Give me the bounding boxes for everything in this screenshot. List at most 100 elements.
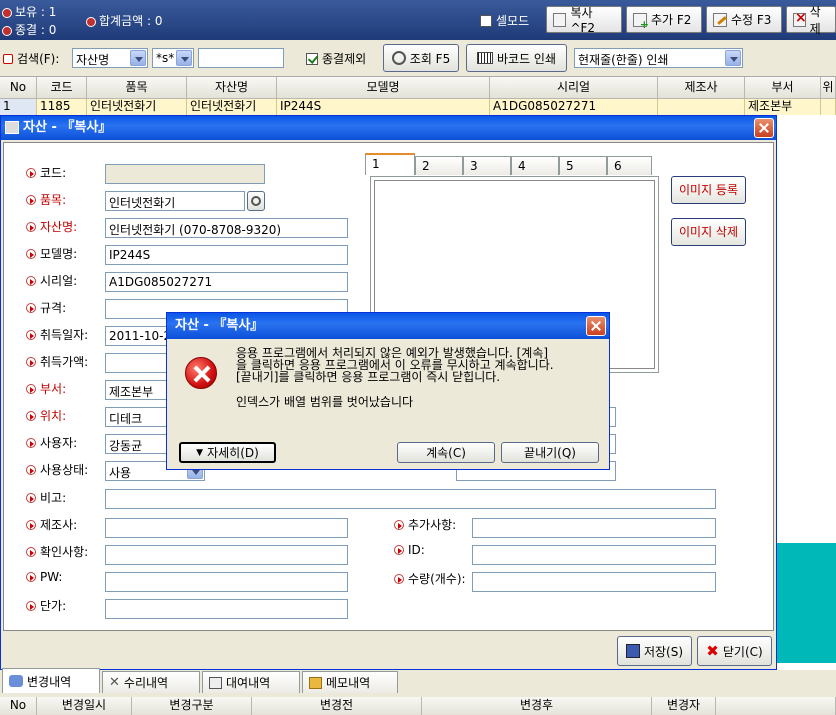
tab-rental-history[interactable]: 대여내역 [202, 671, 300, 693]
image-register-button[interactable]: 이미지 등록 [671, 176, 746, 204]
magnifier-icon [251, 196, 261, 206]
grid-header-serial[interactable]: 시리얼 [490, 77, 658, 99]
search-input[interactable] [198, 48, 284, 68]
dialog-close-button[interactable] [754, 118, 774, 138]
extra-label: 추가사항: [394, 516, 456, 533]
table-cell[interactable]: A1DG085027271 [490, 99, 658, 115]
cellmode-toggle[interactable]: 셀모드 [480, 12, 529, 29]
chevron-down-icon: ▼ [196, 447, 204, 458]
table-cell[interactable]: 인터넷전화기 [187, 99, 277, 115]
history-header-no[interactable]: No [0, 697, 37, 715]
dialog-titlebar[interactable]: 자산 - 『복사』 [1, 116, 776, 140]
spec-label: 규격: [26, 299, 66, 316]
history-header-type[interactable]: 변경구분 [132, 697, 252, 715]
id-field[interactable] [472, 545, 716, 565]
save-button[interactable]: 저장(S) [617, 636, 692, 666]
user-label: 사용자: [26, 434, 77, 451]
image-tab-5[interactable]: 5 [559, 156, 607, 175]
continue-button[interactable]: 계속(C) [397, 442, 495, 463]
pw-field[interactable] [105, 572, 348, 592]
table-cell[interactable]: IP244S [277, 99, 490, 115]
grid-header-code[interactable]: 코드 [37, 77, 87, 99]
table-cell[interactable]: 제조본부 [745, 99, 821, 115]
history-header-before[interactable]: 변경전 [252, 697, 422, 715]
acq-price-label: 취득가액: [26, 353, 88, 370]
table-row[interactable]: 1 [0, 99, 37, 115]
bullet-icon [26, 437, 36, 448]
history-header-date[interactable]: 변경일시 [37, 697, 132, 715]
close-icon: ✖ [706, 642, 719, 660]
lookup-button[interactable]: 조회 F5 [383, 44, 459, 72]
item-field[interactable]: 인터넷전화기 [105, 191, 245, 211]
chevron-down-icon[interactable] [130, 50, 146, 66]
copy-icon [553, 12, 567, 27]
delete-button[interactable]: 삭제 [786, 5, 836, 36]
unit-price-field[interactable] [105, 599, 348, 619]
barcode-print-button[interactable]: 바코드 인쇄 [466, 44, 567, 72]
model-label: 모델명: [26, 245, 77, 262]
exclude-closed-toggle[interactable]: 종결제외 [306, 50, 366, 67]
image-tab-1[interactable]: 1 [365, 153, 415, 175]
search-field-select[interactable]: 자산명 [72, 48, 148, 68]
edit-button[interactable]: 수정 F3 [706, 6, 782, 33]
delete-icon [793, 10, 806, 27]
image-delete-button[interactable]: 이미지 삭제 [671, 218, 746, 246]
grid-header-no[interactable]: No [0, 77, 37, 99]
close-button[interactable]: ✖ 닫기(C) [697, 636, 772, 666]
maker-label: 제조사: [26, 516, 77, 533]
note-field[interactable] [105, 489, 716, 509]
grid-header-dept[interactable]: 부서 [745, 77, 821, 99]
image-tab-6[interactable]: 6 [607, 156, 652, 175]
bullet-icon [26, 221, 36, 232]
bullet-icon [26, 492, 36, 503]
copy-button[interactable]: 복사^F2 [546, 6, 622, 35]
status-label: 사용상태: [26, 461, 88, 478]
error-titlebar[interactable]: 자산 - 『복사』 [167, 313, 609, 339]
search-match-select[interactable]: *s* [152, 48, 194, 68]
image-tab-3[interactable]: 3 [463, 156, 511, 175]
bullet-icon [394, 573, 404, 584]
qty-field[interactable] [472, 572, 716, 592]
table-cell[interactable]: 1185 [37, 99, 87, 115]
pw-label: PW: [26, 570, 62, 584]
print-mode-select[interactable]: 현재줄(한줄) 인쇄 [574, 48, 743, 68]
exclude-closed-checkbox[interactable] [306, 52, 318, 65]
history-header-user[interactable]: 변경자 [652, 697, 716, 715]
dept-label: 부서: [26, 380, 66, 397]
item-search-button[interactable] [247, 191, 265, 211]
asset-name-field[interactable]: 인터넷전화기 (070-8708-9320) [105, 218, 348, 238]
extra-field[interactable] [472, 518, 716, 538]
chevron-down-icon[interactable] [176, 50, 192, 66]
tab-change-history[interactable]: 변경내역 [2, 668, 100, 693]
table-cell[interactable] [658, 99, 745, 115]
bullet-icon [26, 329, 36, 340]
total-amount: 합계금액 : 0 [86, 12, 162, 29]
table-cell[interactable] [821, 99, 836, 115]
add-button[interactable]: 추가 F2 [626, 6, 702, 33]
grid-header-asset[interactable]: 자산명 [187, 77, 277, 99]
chevron-down-icon[interactable] [725, 50, 741, 66]
error-close-button[interactable] [586, 316, 606, 336]
history-header-after[interactable]: 변경후 [422, 697, 652, 715]
grid-header-location[interactable]: 위 [821, 77, 836, 99]
grid-header-maker[interactable]: 제조사 [658, 77, 745, 99]
tab-repair-history[interactable]: ✕ 수리내역 [102, 671, 200, 693]
bullet-icon [26, 302, 36, 313]
model-field[interactable]: IP244S [105, 245, 348, 265]
quit-button[interactable]: 끝내기(Q) [501, 442, 599, 463]
image-tab-4[interactable]: 4 [511, 156, 559, 175]
grid-header-model[interactable]: 모델명 [277, 77, 490, 99]
cellmode-checkbox[interactable] [480, 14, 492, 27]
image-tab-2[interactable]: 2 [415, 156, 463, 175]
tab-memo-history[interactable]: 메모내역 [302, 671, 398, 693]
table-cell[interactable]: 인터넷전화기 [87, 99, 187, 115]
item-label: 품목: [26, 191, 66, 208]
code-field[interactable] [105, 164, 265, 184]
confirm-field[interactable] [105, 545, 348, 565]
serial-field[interactable]: A1DG085027271 [105, 272, 348, 292]
edit-icon [713, 12, 727, 27]
maker-field[interactable] [105, 518, 348, 538]
grid-header-item[interactable]: 품목 [87, 77, 187, 99]
code-label: 코드: [26, 164, 66, 181]
details-button[interactable]: ▼ 자세히(D) [179, 442, 276, 463]
